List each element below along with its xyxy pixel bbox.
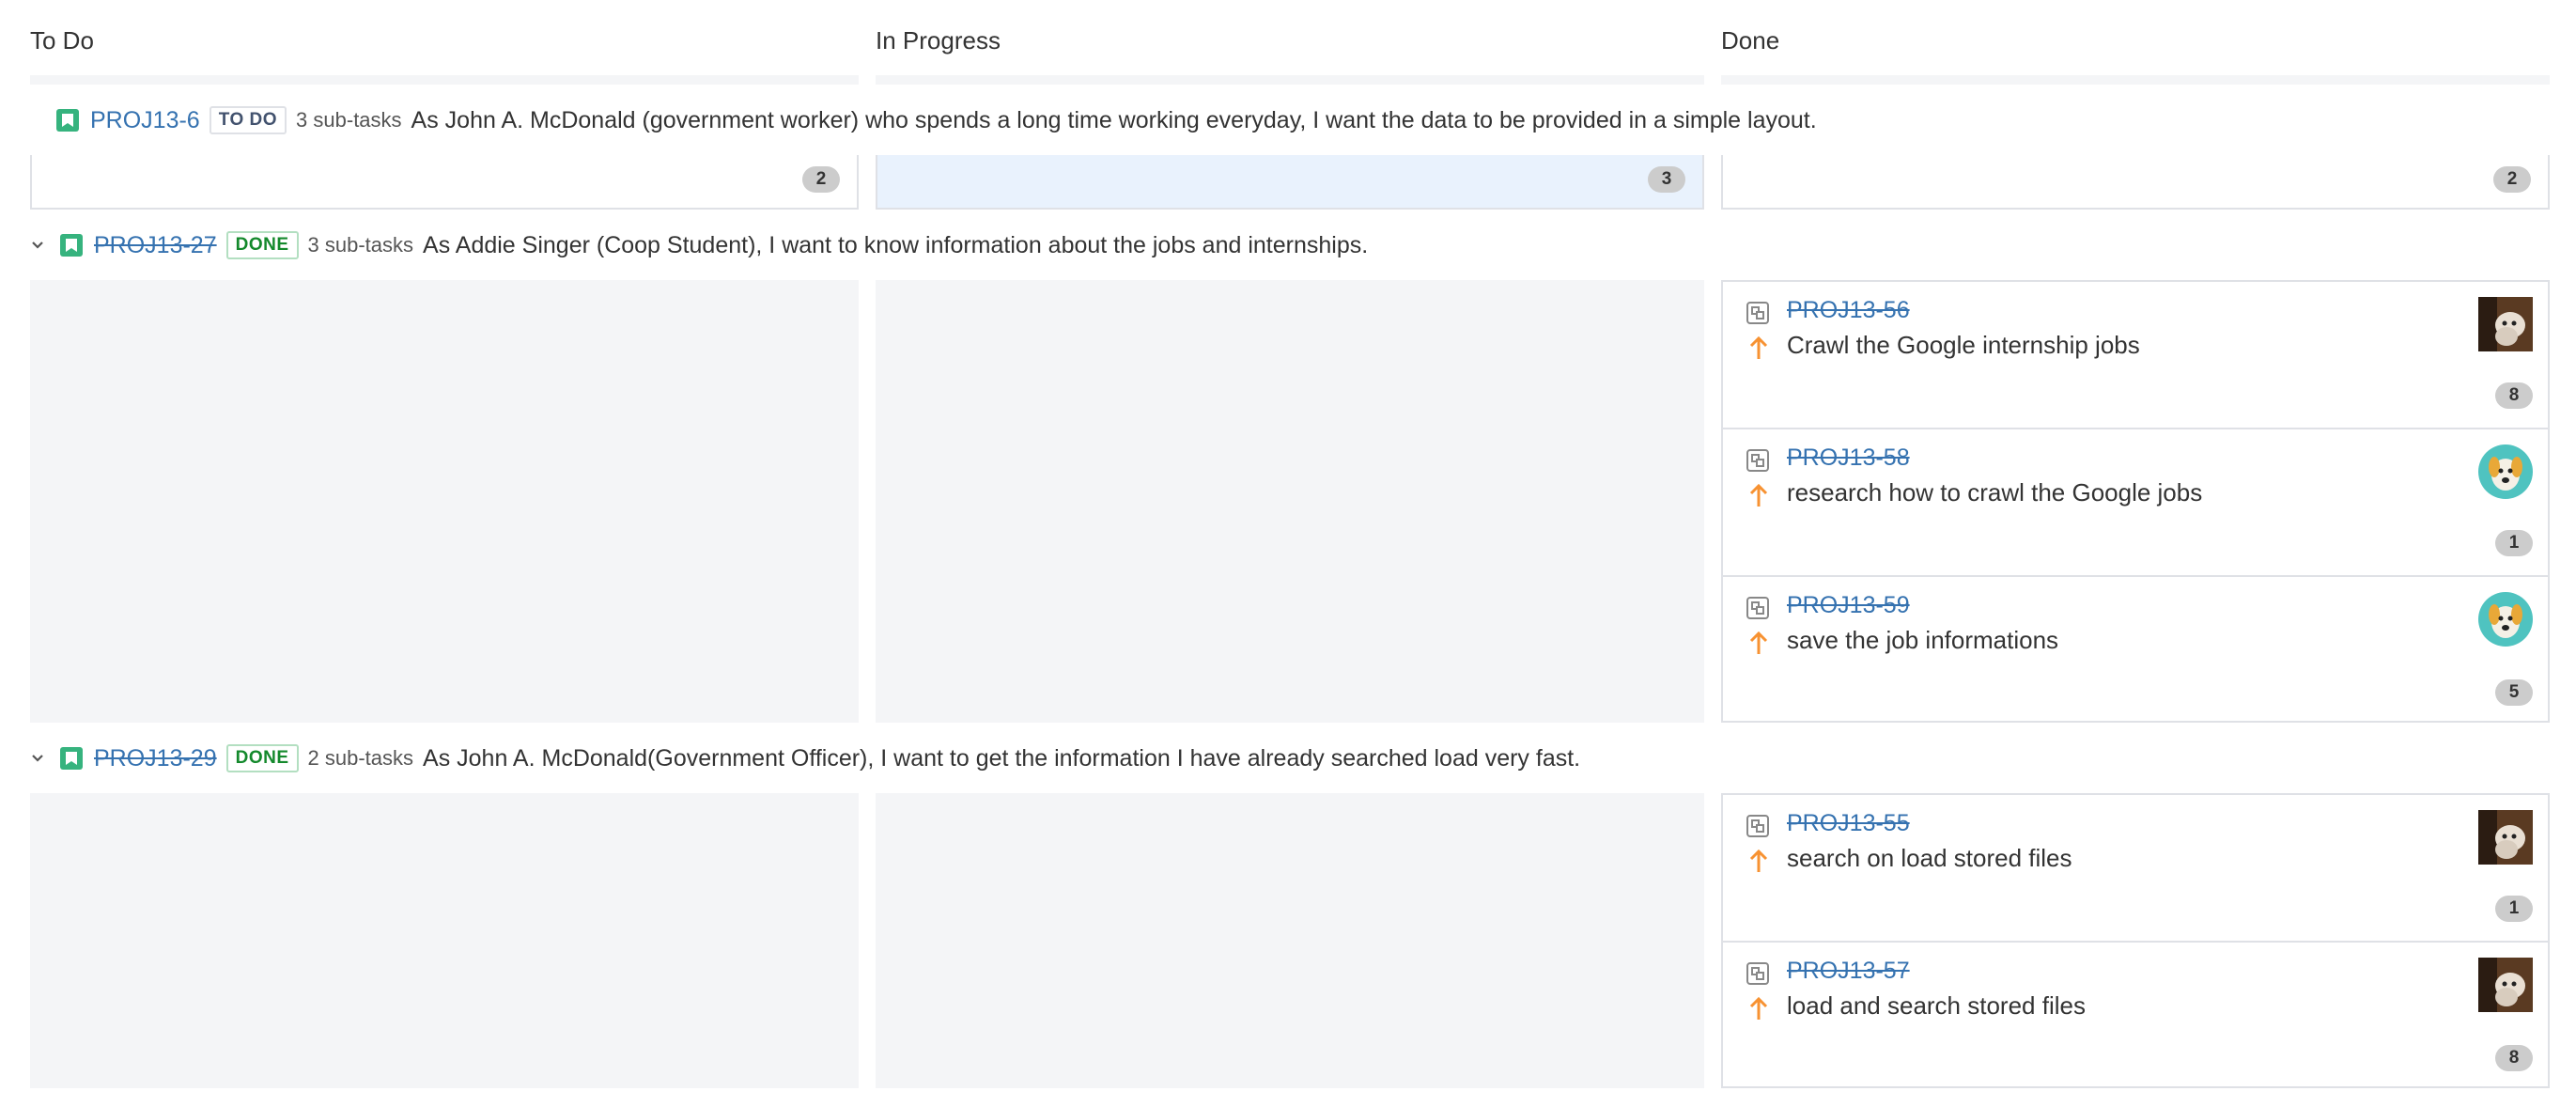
- priority-arrow-up-icon: [1749, 483, 1768, 507]
- priority-arrow-up-icon: [1749, 631, 1768, 654]
- empty-cell-in-progress[interactable]: [876, 793, 1704, 1088]
- subtask-card[interactable]: PROJ13-57 load and search stored files 8: [1723, 943, 2548, 1090]
- subtask-icon: [1746, 962, 1769, 985]
- cell-done: PROJ13-55 search on load stored files 1 …: [1721, 793, 2550, 1088]
- column-strip-todo: [30, 75, 859, 85]
- issue-count-badge: 2: [2493, 166, 2531, 193]
- estimate-badge: 8: [2495, 382, 2533, 409]
- subtask-icon: [1746, 597, 1769, 619]
- swimlane-header[interactable]: PROJ13-29 DONE 2 sub-tasks As John A. Mc…: [30, 735, 2548, 782]
- subtask-card[interactable]: PROJ13-58 research how to crawl the Goog…: [1723, 429, 2548, 577]
- column-strip-in-progress: [876, 75, 1704, 85]
- cell-done[interactable]: 2: [1721, 155, 2550, 210]
- estimate-badge: 1: [2495, 530, 2533, 556]
- column-header-in-progress: In Progress: [876, 26, 1001, 55]
- issue-count-badge: 2: [802, 166, 840, 193]
- column-header-todo: To Do: [30, 26, 94, 55]
- issue-key-link[interactable]: PROJ13-6: [90, 107, 200, 134]
- subtask-card[interactable]: PROJ13-55 search on load stored files 1: [1723, 795, 2548, 943]
- story-summary: As John A. McDonald (government worker) …: [411, 106, 1817, 133]
- estimate-badge: 5: [2495, 679, 2533, 706]
- estimate-badge: 8: [2495, 1045, 2533, 1071]
- subtask-key-link[interactable]: PROJ13-58: [1787, 444, 1910, 472]
- swimlane-header[interactable]: PROJ13-6 TO DO 3 sub-tasks As John A. Mc…: [30, 97, 2548, 144]
- cell-done: PROJ13-56 Crawl the Google internship jo…: [1721, 280, 2550, 723]
- status-lozenge: DONE: [225, 231, 299, 259]
- subtask-icon: [1746, 302, 1769, 324]
- status-lozenge: DONE: [225, 744, 299, 772]
- cell-todo[interactable]: 2: [30, 155, 859, 210]
- subtask-title: load and search stored files: [1787, 991, 2086, 1020]
- subtask-count: 3 sub-tasks: [307, 233, 414, 257]
- subtask-key-link[interactable]: PROJ13-55: [1787, 810, 1910, 837]
- empty-cell-in-progress[interactable]: [876, 280, 1704, 723]
- issue-count-badge: 3: [1648, 166, 1685, 193]
- subtask-key-link[interactable]: PROJ13-56: [1787, 297, 1910, 324]
- issue-key-link[interactable]: PROJ13-29: [94, 745, 217, 772]
- subtask-title: search on load stored files: [1787, 844, 2072, 872]
- subtask-count: 3 sub-tasks: [296, 108, 402, 132]
- chevron-down-icon[interactable]: [26, 747, 49, 770]
- avatar[interactable]: [2478, 958, 2533, 1012]
- avatar[interactable]: [2478, 592, 2533, 647]
- empty-cell-todo[interactable]: [30, 280, 859, 723]
- priority-arrow-up-icon: [1749, 996, 1768, 1020]
- subtask-title: Crawl the Google internship jobs: [1787, 331, 2140, 359]
- subtask-key-link[interactable]: PROJ13-57: [1787, 958, 1910, 985]
- status-lozenge: TO DO: [209, 106, 287, 134]
- swimlane-header[interactable]: PROJ13-27 DONE 3 sub-tasks As Addie Sing…: [30, 222, 2548, 269]
- story-icon: [60, 234, 83, 257]
- cell-in-progress[interactable]: 3: [876, 155, 1704, 210]
- issue-key-link[interactable]: PROJ13-27: [94, 232, 217, 259]
- subtask-card[interactable]: PROJ13-59 save the job informations 5: [1723, 577, 2548, 725]
- story-icon: [56, 109, 79, 132]
- story-summary: As John A. McDonald(Government Officer),…: [423, 744, 1581, 772]
- subtask-title: research how to crawl the Google jobs: [1787, 478, 2203, 507]
- avatar[interactable]: [2478, 444, 2533, 499]
- priority-arrow-up-icon: [1749, 849, 1768, 872]
- chevron-down-icon[interactable]: [26, 234, 49, 257]
- estimate-badge: 1: [2495, 896, 2533, 922]
- story-summary: As Addie Singer (Coop Student), I want t…: [423, 231, 1369, 258]
- avatar[interactable]: [2478, 297, 2533, 351]
- empty-cell-todo[interactable]: [30, 793, 859, 1088]
- column-header-done: Done: [1721, 26, 1780, 55]
- avatar[interactable]: [2478, 810, 2533, 865]
- subtask-icon: [1746, 449, 1769, 472]
- subtask-card[interactable]: PROJ13-56 Crawl the Google internship jo…: [1723, 282, 2548, 429]
- story-icon: [60, 747, 83, 770]
- subtask-count: 2 sub-tasks: [307, 746, 414, 770]
- subtask-icon: [1746, 815, 1769, 837]
- column-strip-done: [1721, 75, 2550, 85]
- subtask-title: save the job informations: [1787, 626, 2059, 654]
- priority-arrow-up-icon: [1749, 335, 1768, 359]
- subtask-key-link[interactable]: PROJ13-59: [1787, 592, 1910, 619]
